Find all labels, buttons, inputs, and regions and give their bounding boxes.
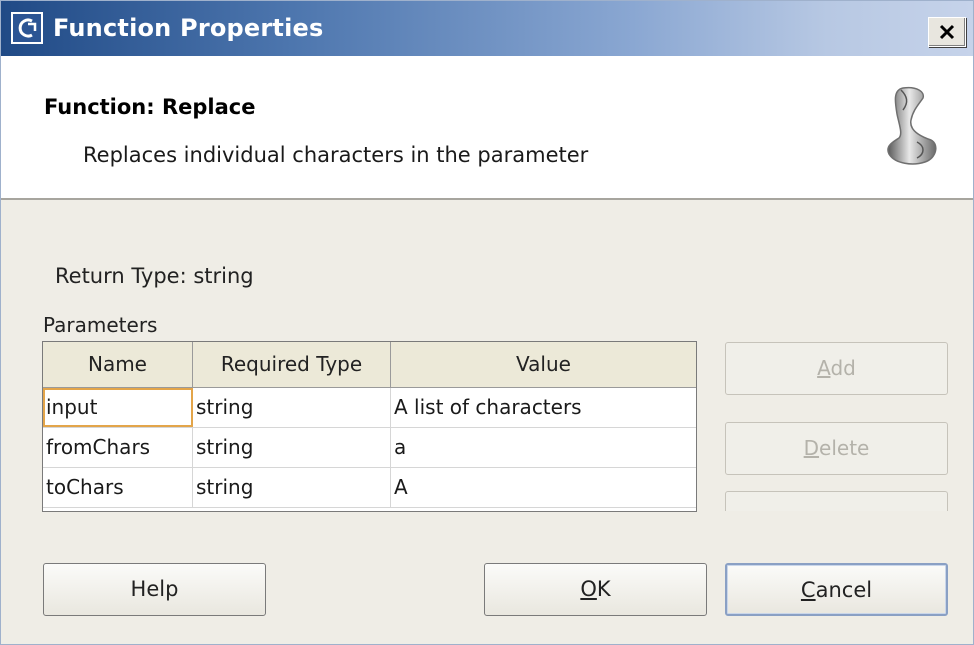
close-icon bbox=[939, 24, 955, 40]
cancel-button-label: ancel bbox=[815, 578, 873, 602]
ok-button-mnemonic: O bbox=[580, 577, 597, 601]
title-bar[interactable]: Function Properties bbox=[1, 1, 973, 56]
scroll-icon bbox=[887, 86, 937, 165]
cancel-button[interactable]: Cancel bbox=[725, 563, 948, 616]
cell-name[interactable]: input bbox=[43, 388, 193, 427]
cell-name[interactable]: fromChars bbox=[43, 428, 193, 467]
parameters-table: Name Required Type Value input string A … bbox=[42, 341, 697, 512]
column-header-value[interactable]: Value bbox=[391, 342, 696, 387]
parameters-label: Parameters bbox=[43, 313, 158, 337]
close-button[interactable] bbox=[928, 17, 966, 47]
add-button-label: dd bbox=[830, 356, 856, 380]
column-header-required-type[interactable]: Required Type bbox=[193, 342, 391, 387]
table-row[interactable]: fromChars string a bbox=[43, 428, 696, 468]
add-button[interactable]: Add bbox=[725, 342, 948, 395]
return-type-label: Return Type: string bbox=[55, 264, 254, 288]
cell-value[interactable]: A list of characters bbox=[391, 388, 696, 427]
delete-button[interactable]: Delete bbox=[725, 422, 948, 475]
ok-button[interactable]: OK bbox=[484, 563, 707, 616]
function-description: Replaces individual characters in the pa… bbox=[83, 143, 589, 167]
table-header-row: Name Required Type Value bbox=[43, 342, 696, 388]
function-title: Function: Replace bbox=[44, 95, 256, 119]
cancel-button-mnemonic: C bbox=[800, 578, 816, 602]
move-button-clipped[interactable] bbox=[725, 491, 948, 511]
cell-name[interactable]: toChars bbox=[43, 468, 193, 507]
table-row[interactable]: toChars string A bbox=[43, 468, 696, 508]
table-row[interactable]: input string A list of characters bbox=[43, 388, 696, 428]
delete-button-label: elete bbox=[819, 436, 870, 460]
function-properties-dialog: Function Properties Function: Replace Re… bbox=[0, 0, 974, 645]
cell-required-type[interactable]: string bbox=[193, 428, 391, 467]
help-button[interactable]: Help bbox=[43, 563, 266, 616]
header-panel: Function: Replace Replaces individual ch… bbox=[1, 56, 973, 200]
ok-button-label: K bbox=[596, 577, 611, 601]
window-title: Function Properties bbox=[53, 14, 324, 42]
add-button-mnemonic: A bbox=[817, 356, 831, 380]
app-icon bbox=[11, 12, 43, 44]
cell-required-type[interactable]: string bbox=[193, 468, 391, 507]
cell-value[interactable]: A bbox=[391, 468, 696, 507]
column-header-name[interactable]: Name bbox=[43, 342, 193, 387]
delete-button-mnemonic: D bbox=[803, 436, 820, 460]
cell-required-type[interactable]: string bbox=[193, 388, 391, 427]
cell-value[interactable]: a bbox=[391, 428, 696, 467]
